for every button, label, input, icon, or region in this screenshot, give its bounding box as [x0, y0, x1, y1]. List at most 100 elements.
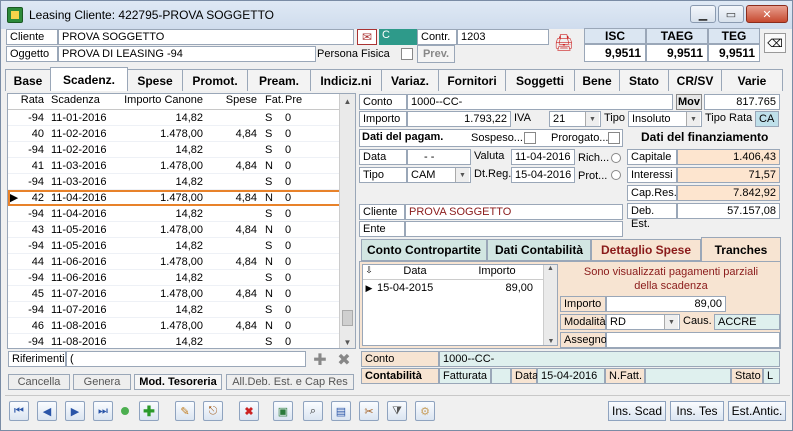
conto-field[interactable]: 1000--CC-	[407, 94, 673, 110]
tab-pream[interactable]: Pream.	[247, 69, 311, 91]
tipo2-select[interactable]: CAM ▼	[407, 167, 471, 183]
subtab-tranches[interactable]: Tranches	[701, 237, 781, 261]
mod-tesoreria-button[interactable]: Mod. Tesoreria	[134, 374, 222, 390]
table-row[interactable]: -94 11-08-2016 14,82 S 0	[8, 334, 355, 348]
tranche-row[interactable]: ▶ 15-04-2015 89,00	[363, 280, 557, 296]
contr-field[interactable]: 1203	[457, 29, 549, 45]
ins-scad-button[interactable]: Ins. Scad	[608, 401, 666, 421]
ente-field[interactable]	[405, 221, 623, 237]
table-row[interactable]: -94 11-05-2016 14,82 S 0	[8, 238, 355, 254]
mov-button[interactable]: Mov	[676, 94, 702, 110]
genera-button[interactable]: Genera	[73, 374, 131, 390]
col-pre[interactable]: Pre	[281, 94, 302, 109]
table-row[interactable]: -94 11-07-2016 14,82 S 0	[8, 302, 355, 318]
tab-crsv[interactable]: CR/SV	[668, 69, 722, 91]
tab-indicizni[interactable]: Indiciz.ni	[310, 69, 382, 91]
importo-field[interactable]: 1.793,22	[407, 111, 511, 127]
table-row[interactable]: -94 11-03-2016 14,82 S 0	[8, 174, 355, 190]
tranches-scrollbar[interactable]: ▲ ▼	[543, 265, 557, 345]
tab-bene[interactable]: Bene	[574, 69, 620, 91]
table-row[interactable]: 44 11-06-2016 1.478,00 4,84 N 0	[8, 254, 355, 270]
tools-icon[interactable]: ✂	[359, 401, 379, 421]
est-antic-button[interactable]: Est.Antic.	[728, 401, 786, 421]
tab-base[interactable]: Base	[5, 69, 51, 91]
sospeso-checkbox[interactable]	[524, 132, 536, 144]
prot-radio[interactable]	[611, 170, 621, 180]
subtab-conto-contropartite[interactable]: Conto Contropartite	[361, 239, 487, 261]
table-row[interactable]: ▶ 42 11-04-2016 1.478,00 4,84 N 0	[8, 190, 355, 206]
cliente-field[interactable]: PROVA SOGGETTO	[58, 29, 354, 45]
table-row[interactable]: 41 11-03-2016 1.478,00 4,84 N 0	[8, 158, 355, 174]
chart-icon[interactable]: ▤	[331, 401, 351, 421]
col-scadenza[interactable]: Scadenza	[47, 94, 117, 109]
tranche-col-data[interactable]: Data	[375, 265, 455, 279]
clear-icon[interactable]: ⌫	[764, 33, 786, 53]
table-row[interactable]: -94 11-06-2016 14,82 S 0	[8, 270, 355, 286]
tab-stato[interactable]: Stato	[619, 69, 669, 91]
settings-icon[interactable]: ⚙	[415, 401, 435, 421]
delete-record-icon[interactable]: ✖	[239, 401, 259, 421]
table-row[interactable]: 40 11-02-2016 1.478,00 4,84 S 0	[8, 126, 355, 142]
tipo-rata-field[interactable]: CA	[755, 111, 779, 127]
table-row[interactable]: -94 11-01-2016 14,82 S 0	[8, 110, 355, 126]
minimize-button[interactable]: ▁	[690, 5, 716, 23]
subtab-dettaglio-spese[interactable]: Dettaglio Spese	[591, 239, 701, 261]
grid-scrollbar[interactable]: ▲ ▼	[339, 94, 355, 348]
rich-radio[interactable]	[611, 153, 621, 163]
tipo-select[interactable]: Insoluto ▼	[628, 111, 702, 127]
all-deb-button[interactable]: All.Deb. Est. e Cap Res	[226, 374, 354, 390]
scroll-thumb[interactable]	[342, 310, 353, 326]
tab-varie[interactable]: Varie	[721, 69, 783, 91]
cancella-button[interactable]: Cancella	[8, 374, 70, 390]
first-record-icon[interactable]: ⏮	[9, 401, 29, 421]
prev-record-icon[interactable]: ◀	[37, 401, 57, 421]
data-field[interactable]: - -	[407, 149, 471, 165]
assegno-field[interactable]	[606, 332, 780, 348]
maximize-button[interactable]: ▭	[718, 5, 744, 23]
binoculars-icon[interactable]: ⌕	[303, 401, 323, 421]
caus-field[interactable]: ACCRE	[714, 314, 780, 330]
ins-tes-button[interactable]: Ins. Tes	[670, 401, 724, 421]
scroll-down-icon[interactable]: ▼	[544, 338, 558, 345]
filter-icon[interactable]: ⧩	[387, 401, 407, 421]
table-row[interactable]: 45 11-07-2016 1.478,00 4,84 N 0	[8, 286, 355, 302]
next-record-icon[interactable]: ▶	[65, 401, 85, 421]
tab-soggetti[interactable]: Soggetti	[505, 69, 575, 91]
table-row[interactable]: -94 11-04-2016 14,82 S 0	[8, 206, 355, 222]
scroll-up-icon[interactable]: ▲	[544, 265, 557, 272]
oggetto-field[interactable]: PROVA DI LEASING -94	[58, 46, 316, 62]
table-row[interactable]: 43 11-05-2016 1.478,00 4,84 N 0	[8, 222, 355, 238]
scroll-up-icon[interactable]: ▲	[340, 94, 355, 109]
edit-icon[interactable]: ✎	[175, 401, 195, 421]
image-icon[interactable]: ▣	[273, 401, 293, 421]
scroll-down-icon[interactable]: ▼	[340, 335, 355, 348]
iva-select[interactable]: 21 ▼	[549, 111, 601, 127]
subtab-dati-contabilita[interactable]: Dati Contabilità	[487, 239, 591, 261]
tab-scadenz[interactable]: Scadenz.	[50, 67, 128, 91]
tab-spese[interactable]: Spese	[127, 69, 183, 91]
tab-variaz[interactable]: Variaz.	[381, 69, 439, 91]
delete-icon[interactable]: ✖	[335, 351, 353, 369]
table-row[interactable]: 46 11-08-2016 1.478,00 4,84 N 0	[8, 318, 355, 334]
tab-promot[interactable]: Promot.	[182, 69, 248, 91]
add-record-icon[interactable]: ✚	[139, 401, 159, 421]
col-rata[interactable]: Rata	[20, 94, 47, 109]
dtreg-field[interactable]: 15-04-2016	[511, 167, 575, 183]
exit-icon[interactable]: ⎋	[203, 401, 223, 421]
persona-fisica-checkbox[interactable]	[401, 48, 413, 60]
col-spese[interactable]: Spese	[205, 94, 261, 109]
cliente2-field[interactable]: PROVA SOGGETTO	[405, 204, 623, 220]
tranche-importo-field[interactable]: 89,00	[606, 296, 726, 312]
email-icon[interactable]: ✉	[357, 29, 377, 45]
table-row[interactable]: -94 11-02-2016 14,82 S 0	[8, 142, 355, 158]
tranche-col-importo[interactable]: Importo	[455, 265, 539, 279]
prorogato-checkbox[interactable]	[608, 132, 620, 144]
modalita-select[interactable]: RD ▼	[606, 314, 680, 330]
valuta-field[interactable]: 11-04-2016	[511, 149, 575, 165]
riferimenti-field[interactable]: (	[66, 351, 306, 367]
last-record-icon[interactable]: ⏭	[93, 401, 113, 421]
print-icon[interactable]: 🖨	[553, 32, 575, 54]
add-icon[interactable]: ✚	[311, 351, 329, 369]
close-window-button[interactable]: ✕	[746, 5, 788, 23]
col-fat[interactable]: Fat.	[261, 94, 284, 109]
